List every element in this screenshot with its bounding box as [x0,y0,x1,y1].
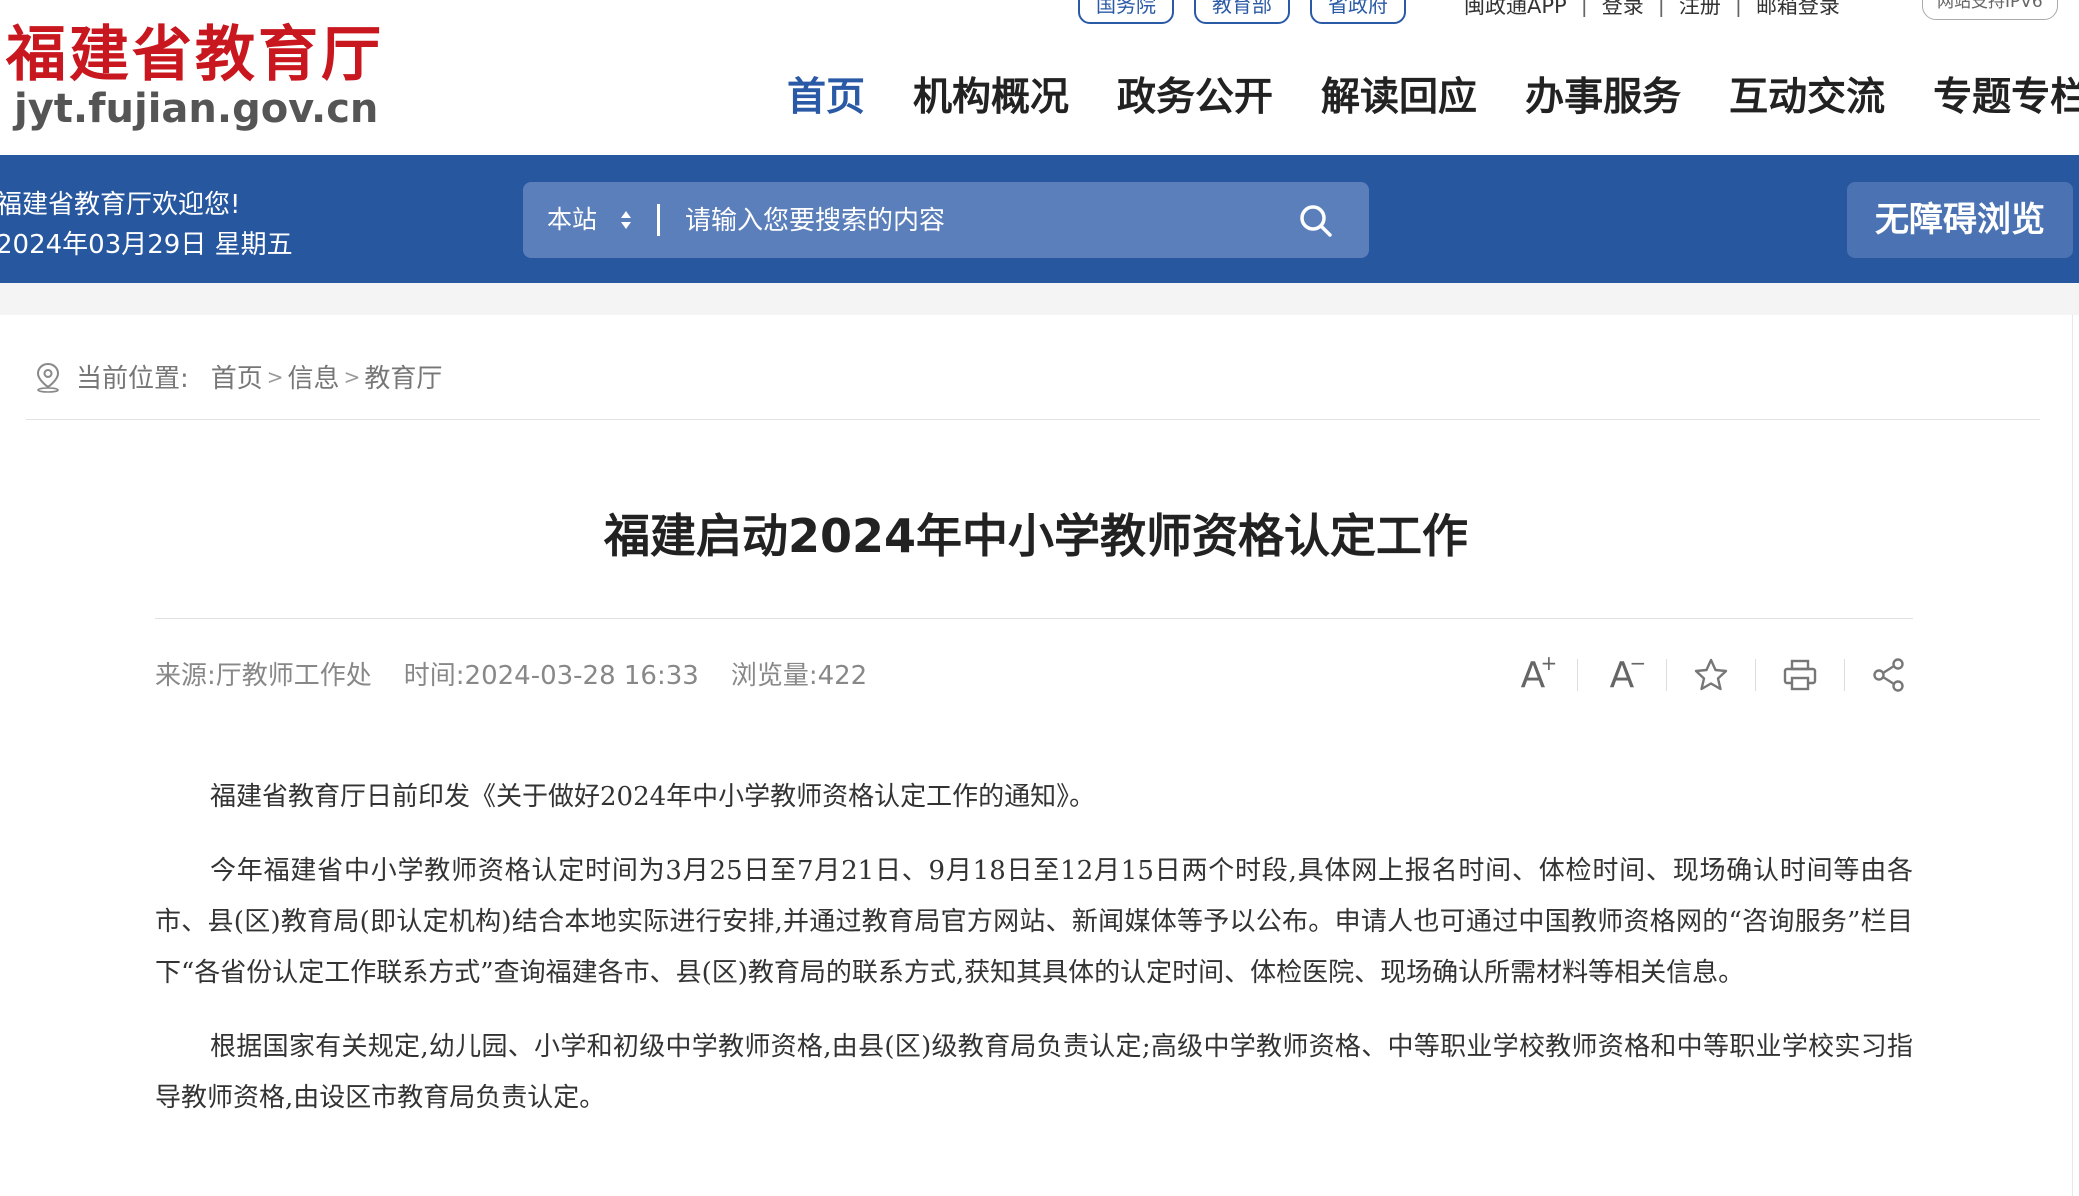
article-meta: 来源:厅教师工作处 时间:2024-03-28 16:33 浏览量:422 [155,655,899,692]
search-input[interactable] [683,194,1267,248]
divider: | [1657,0,1665,17]
search-box: 本站 [523,182,1369,258]
site-logo-domain[interactable]: jyt.fujian.gov.cn [14,86,378,132]
share-icon [1873,658,1904,692]
nav-item-about[interactable]: 机构概况 [913,66,1069,122]
mail-login-link[interactable]: 邮箱登录 [1756,0,1840,20]
article-paragraph: 根据国家有关规定,幼儿园、小学和初级中学教师资格,由县(区)级教育局负责认定;高… [155,1032,1913,1113]
breadcrumb: 当前位置: 首页 > 信息 > 教育厅 [34,358,442,395]
font-increase-button[interactable]: A + [1510,650,1558,698]
login-link[interactable]: 登录 [1602,0,1644,20]
font-decrease-icon: A − [1609,650,1647,696]
divider [1666,659,1667,691]
divider [1844,659,1845,691]
favorite-button[interactable] [1688,652,1734,698]
welcome-block: 福建省教育厅欢迎您! 2024年03月29日 星期五 [0,185,293,265]
divider [1577,659,1578,691]
search-scope-select[interactable]: 本站 [547,182,597,258]
breadcrumb-home[interactable]: 首页 [211,358,263,395]
content-top-band [0,283,2079,315]
printer-icon [1783,659,1817,691]
nav-item-topics[interactable]: 专题专栏 [1933,66,2079,122]
breadcrumb-department[interactable]: 教育厅 [364,358,442,395]
sort-arrows-icon[interactable] [619,205,633,235]
breadcrumb-divider [26,419,2040,420]
location-pin-icon [36,362,60,393]
article-views: 浏览量:422 [730,661,868,691]
print-button[interactable] [1777,652,1823,698]
share-button[interactable] [1866,652,1912,698]
star-icon [1694,658,1728,691]
article-tools: A + A − [1510,650,1912,698]
main-nav: 首页 机构概况 政务公开 解读回应 办事服务 互动交流 专题专栏 [787,66,2079,122]
breadcrumb-info[interactable]: 信息 [288,358,340,395]
gov-link-state-council[interactable]: 国务院 [1078,0,1174,24]
font-increase-icon: A + [1520,650,1558,696]
accessibility-button[interactable]: 无障碍浏览 [1847,182,2073,258]
chevron-right-icon: > [343,364,361,389]
app-link[interactable]: 闽政通APP [1464,0,1567,20]
divider: | [1580,0,1588,17]
title-divider [155,618,1913,619]
nav-item-services[interactable]: 办事服务 [1525,66,1681,122]
font-decrease-button[interactable]: A − [1599,650,1647,698]
gov-links: 国务院 教育部 省政府 [1078,0,1406,24]
breadcrumb-label: 当前位置: [76,364,189,394]
welcome-text: 福建省教育厅欢迎您! [0,190,241,220]
article-time: 时间:2024-03-28 16:33 [403,661,699,691]
article-paragraph: 今年福建省中小学教师资格认定时间为3月25日至7月21日、9月18日至12月15… [155,856,1913,988]
search-divider [657,204,660,236]
ipv6-badge: 网站支持IPV6 [1922,0,2058,20]
nav-item-gov-affairs[interactable]: 政务公开 [1117,66,1273,122]
current-date: 2024年03月29日 星期五 [0,230,293,260]
site-logo-title[interactable]: 福建省教育厅 [6,6,384,93]
gov-link-ministry-education[interactable]: 教育部 [1194,0,1290,24]
article-title: 福建启动2024年中小学教师资格认定工作 [603,509,1469,563]
top-utility-links: 闽政通APP | 登录 | 注册 | 邮箱登录 [1464,0,1840,20]
search-bar-section: 福建省教育厅欢迎您! 2024年03月29日 星期五 本站 无障碍浏览 [0,155,2079,283]
register-link[interactable]: 注册 [1679,0,1721,20]
chevron-right-icon: > [266,364,284,389]
article-body: 福建省教育厅日前印发《关于做好2024年中小学教师资格认定工作的通知》。 今年福… [155,772,1913,1147]
divider [1755,659,1756,691]
nav-item-home[interactable]: 首页 [787,66,865,122]
site-header: 福建省教育厅 jyt.fujian.gov.cn 国务院 教育部 省政府 闽政通… [0,0,2079,155]
divider: | [1734,0,1742,17]
nav-item-interpretation[interactable]: 解读回应 [1321,66,1477,122]
gov-link-provincial-gov[interactable]: 省政府 [1310,0,1406,24]
article-paragraph: 福建省教育厅日前印发《关于做好2024年中小学教师资格认定工作的通知》。 [210,782,1096,812]
article-source: 来源:厅教师工作处 [155,661,372,691]
nav-item-interaction[interactable]: 互动交流 [1729,66,1885,122]
search-icon[interactable] [1297,202,1335,240]
